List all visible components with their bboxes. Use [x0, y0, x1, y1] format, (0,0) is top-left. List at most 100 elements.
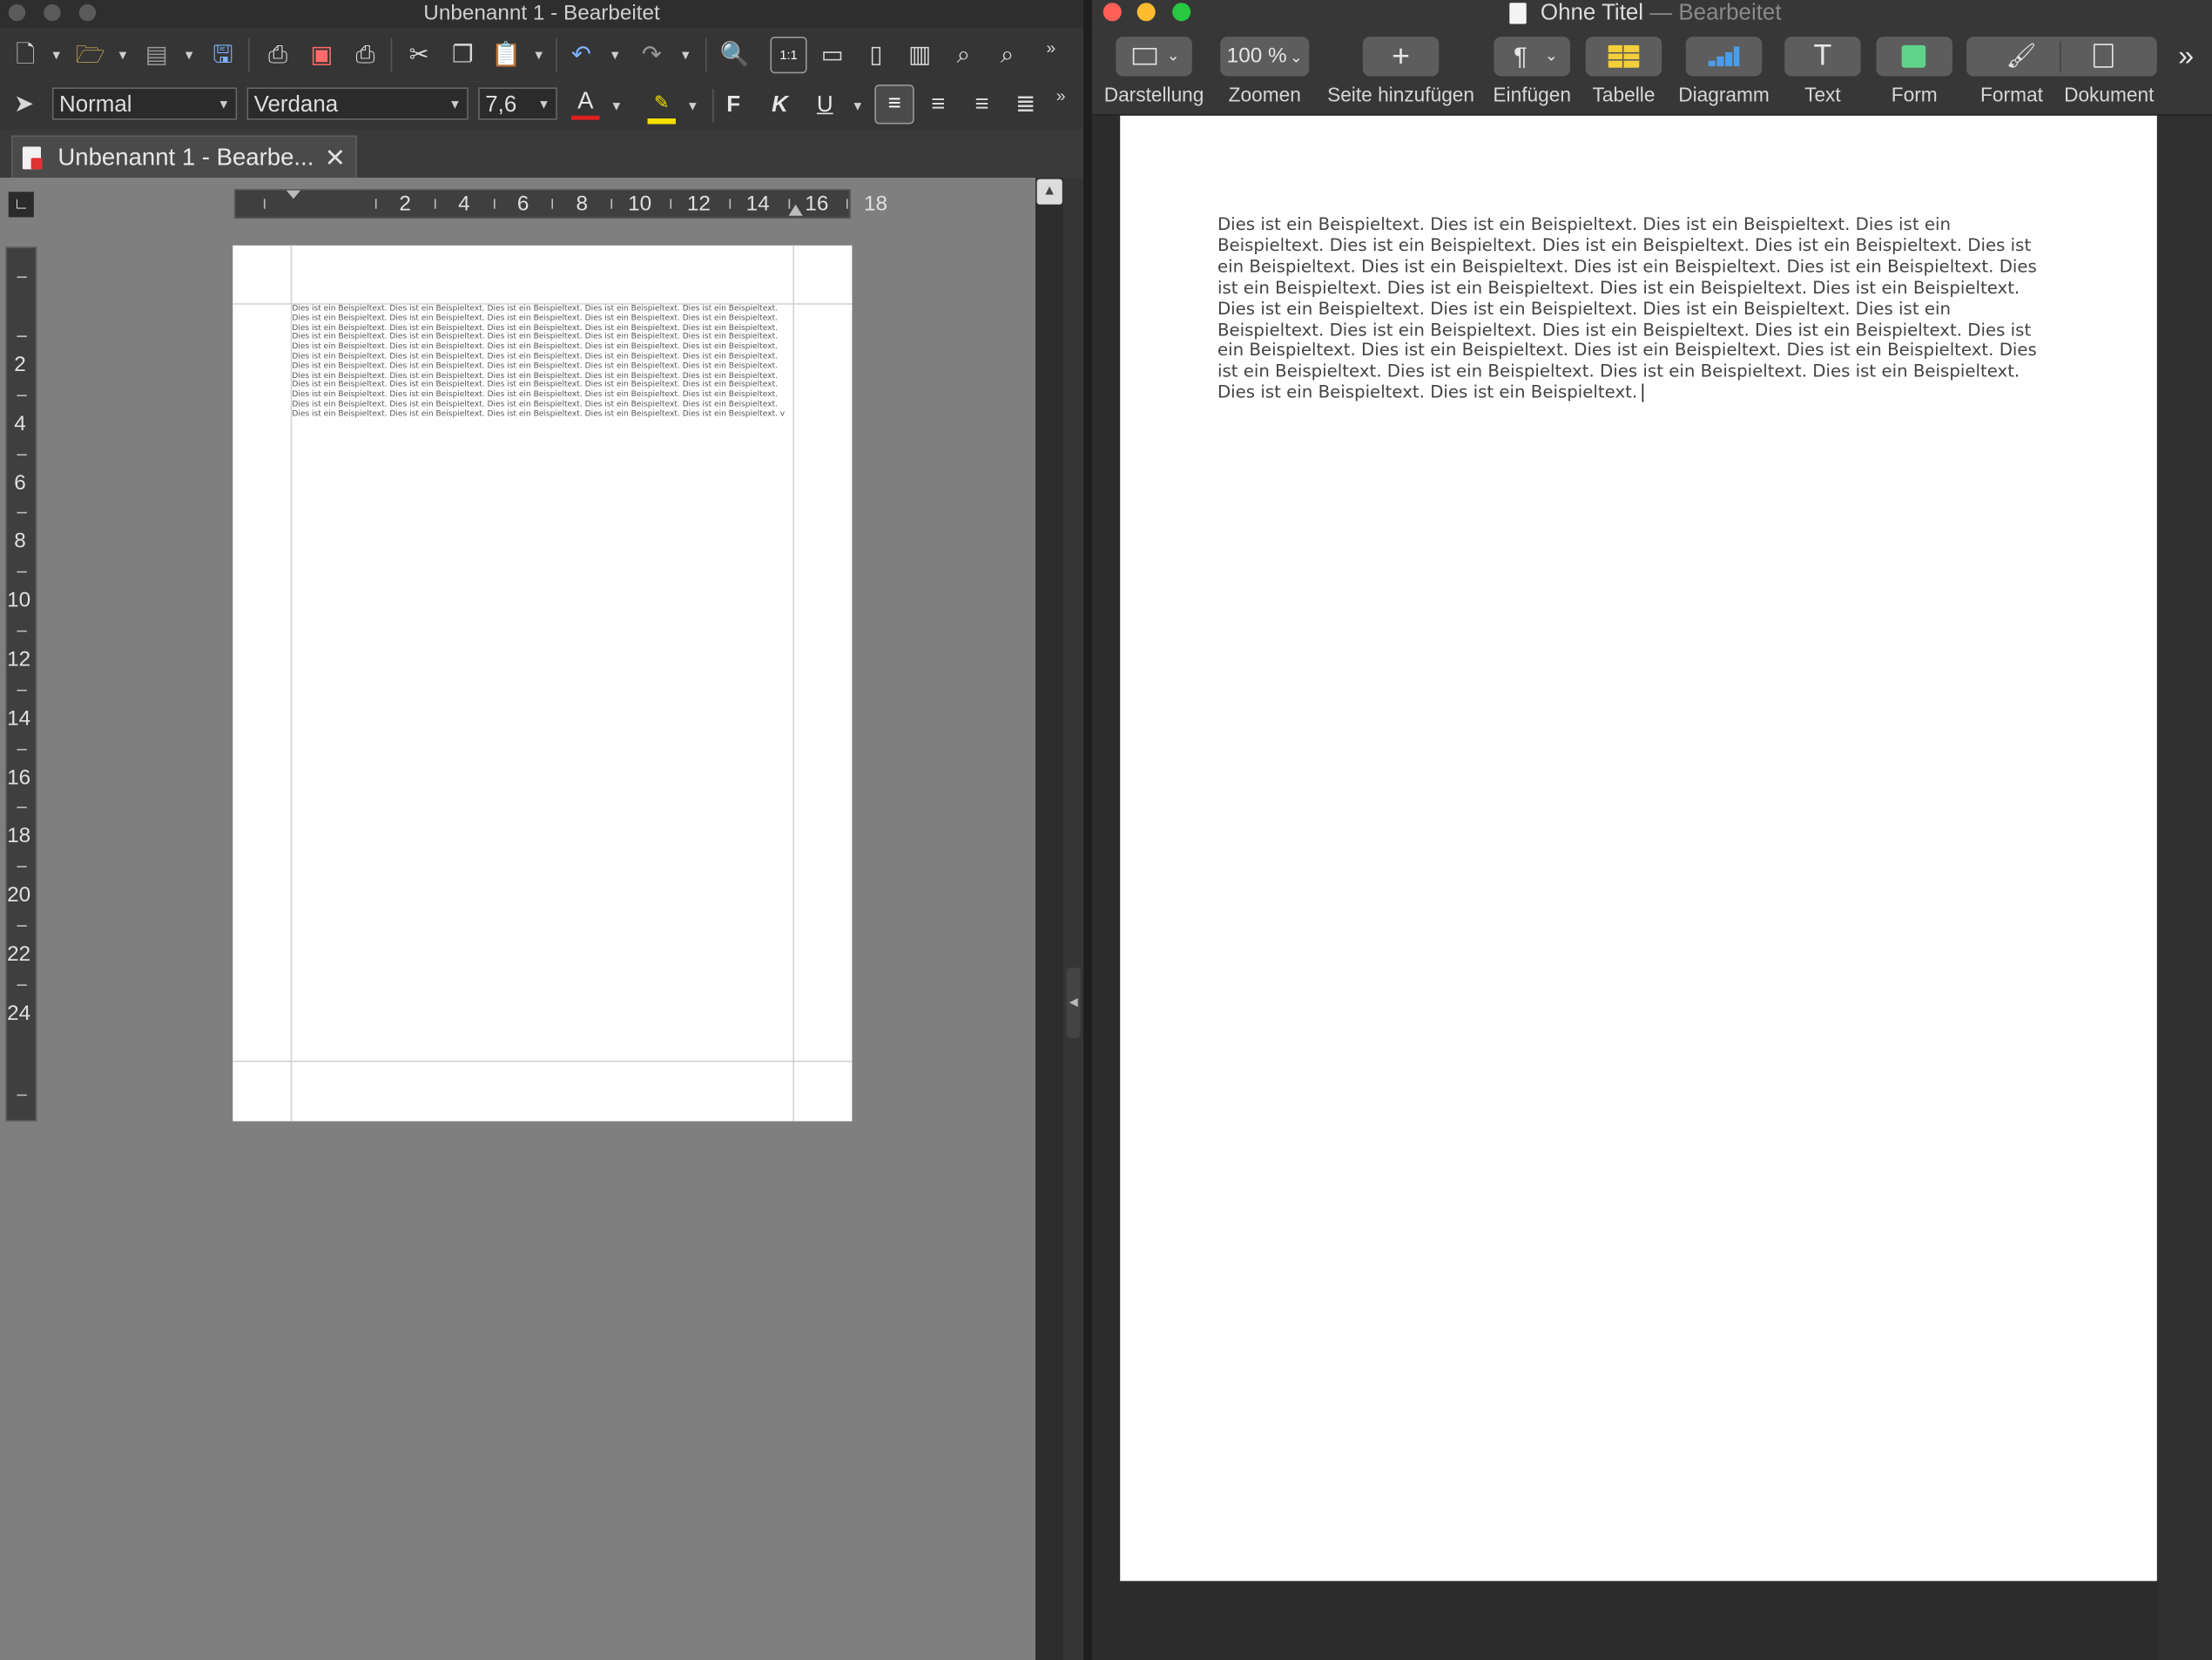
tab-stop-type-icon[interactable]: ∟ — [8, 192, 34, 218]
copy-icon[interactable]: ❐ — [448, 41, 479, 69]
format-toolbar-overflow-icon[interactable]: » — [1045, 82, 1076, 110]
format-label[interactable]: Format — [1955, 84, 2068, 106]
ruler-number: 14 — [7, 705, 31, 731]
zoom-out-icon[interactable]: ⌕ — [992, 41, 1023, 69]
ruler-number: 6 — [516, 192, 529, 216]
open-dropdown[interactable]: ▼ — [116, 41, 130, 69]
toolbar-overflow-icon[interactable]: » — [2178, 39, 2194, 73]
chart-button[interactable] — [1685, 37, 1763, 77]
close-window-icon[interactable] — [1103, 3, 1122, 22]
align-center-button[interactable]: ≡ — [922, 91, 954, 118]
align-left-button[interactable]: ≡ — [874, 84, 914, 125]
lo-standard-toolbar: 🗋 ▼ 🗁 ▼ ▤ ▼ 🖫 ⎙ ▣ ⎙ ✂ ❐ 📋 ▼ ↶ ▼ ↷ ▼ 🔍 1:… — [0, 28, 1084, 82]
font-name-combo[interactable]: Verdana ▼ — [246, 87, 469, 120]
highlight-dropdown[interactable]: ▼ — [685, 91, 699, 119]
lo-document-text[interactable]: Dies ist ein Beispieltext. Dies ist ein … — [292, 305, 788, 420]
format-brush-icon[interactable]: 🖌 — [2006, 37, 2036, 76]
redo-icon[interactable]: ↷ — [637, 41, 668, 69]
add-page-button[interactable]: + — [1362, 37, 1440, 77]
paragraph-style-combo[interactable]: Normal ▼ — [51, 87, 238, 120]
pages-toolbar: ⌄ Darstellung 100 % ⌄ Zoomen + Seite hinz… — [1091, 28, 2212, 116]
minimize-window-icon[interactable] — [1136, 3, 1156, 22]
text-cursor — [1642, 383, 1643, 402]
lo-minimize-button[interactable] — [44, 3, 61, 22]
text-button[interactable]: T — [1784, 37, 1861, 77]
ruler-tick — [610, 199, 613, 209]
ruler-tick — [846, 199, 849, 209]
ruler-tick — [552, 199, 554, 209]
lo-close-button[interactable] — [8, 3, 26, 22]
templates-icon[interactable]: ▤ — [141, 41, 172, 69]
find-replace-icon[interactable]: 🔍 — [719, 41, 751, 69]
open-folder-icon[interactable]: 🗁 — [75, 41, 106, 69]
italic-button[interactable]: K — [772, 91, 788, 119]
zoom-value: 100 % — [1226, 44, 1287, 68]
undo-icon[interactable]: ↶ — [566, 41, 597, 69]
view-button[interactable]: ⌄ — [1116, 37, 1192, 77]
font-color-icon[interactable]: A — [571, 87, 600, 120]
new-document-icon[interactable]: 🗋 — [10, 41, 41, 69]
sidebar-collapse-icon[interactable]: ◀ — [1066, 967, 1081, 1038]
pages-window-title: Ohne Titel — Bearbeitet — [1540, 1, 1782, 26]
redo-dropdown[interactable]: ▼ — [678, 41, 692, 69]
ruler-number: 18 — [7, 824, 31, 848]
ruler-number: 16 — [805, 192, 829, 216]
bold-button[interactable]: F — [726, 91, 740, 119]
ruler-number: 2 — [399, 192, 411, 216]
document-icon[interactable] — [2093, 44, 2114, 68]
vertical-ruler[interactable]: 2 4 6 8 10 12 14 16 18 20 22 24 — [5, 246, 37, 1122]
paste-dropdown[interactable]: ▼ — [532, 41, 546, 69]
zoom-window-icon[interactable] — [1172, 3, 1191, 22]
align-right-button[interactable]: ≡ — [967, 91, 998, 118]
shape-button[interactable] — [1876, 37, 1952, 77]
horizontal-ruler[interactable]: 2 4 6 8 10 12 14 16 18 — [233, 188, 887, 219]
lo-formatting-toolbar: ➤ Normal ▼ Verdana ▼ 7,6 ▼ A ▼ ✎ ▼ F K U… — [0, 81, 1084, 130]
new-document-dropdown[interactable]: ▼ — [50, 41, 64, 69]
multi-page-view-icon[interactable]: ▯ — [860, 41, 892, 69]
insert-button[interactable]: ¶ ⌄ — [1494, 37, 1570, 77]
paragraph-style-value: Normal — [59, 92, 132, 118]
font-color-dropdown[interactable]: ▼ — [610, 91, 624, 119]
export-pdf-icon[interactable]: ▣ — [307, 41, 338, 69]
templates-dropdown[interactable]: ▼ — [182, 41, 196, 69]
font-size-combo[interactable]: 7,6 ▼ — [478, 87, 557, 120]
document-label[interactable]: Dokument — [2053, 84, 2166, 106]
right-indent-marker-icon[interactable] — [788, 204, 803, 216]
pages-document-text[interactable]: Dies ist ein Beispieltext. Dies ist ein … — [1217, 214, 2058, 403]
selection-arrow-icon[interactable]: ➤ — [9, 91, 40, 118]
ruler-number: 12 — [686, 192, 711, 216]
toolbar-overflow-icon[interactable]: » — [1035, 34, 1067, 62]
table-button[interactable] — [1585, 37, 1662, 77]
zoom-in-icon[interactable]: ⌕ — [948, 41, 980, 69]
document-name: Ohne Titel — [1540, 1, 1644, 26]
zoom-select[interactable]: 100 % ⌄ — [1220, 37, 1310, 77]
scroll-up-icon[interactable]: ▲ — [1036, 179, 1062, 205]
save-icon[interactable]: 🖫 — [207, 41, 239, 69]
cut-icon[interactable]: ✂ — [403, 41, 435, 69]
table-icon — [1608, 44, 1640, 68]
indent-marker-icon[interactable] — [286, 190, 301, 230]
pages-window: Ohne Titel — Bearbeitet ⌄ Darstellung 10… — [1091, 0, 2212, 1660]
print-direct-icon[interactable]: ⎙ — [350, 41, 381, 69]
lo-maximize-button[interactable] — [78, 3, 97, 22]
undo-dropdown[interactable]: ▼ — [608, 41, 622, 69]
print-icon[interactable]: ⎙ — [262, 41, 293, 69]
justify-button[interactable]: ≣ — [1010, 91, 1042, 118]
zoom-100-icon[interactable]: 1:1 — [770, 37, 807, 74]
chevron-down-icon: ⌄ — [1289, 49, 1303, 67]
ruler-tick — [17, 512, 27, 515]
vertical-scrollbar[interactable]: ▲ — [1035, 178, 1064, 1660]
single-page-view-icon[interactable]: ▭ — [817, 41, 848, 69]
highlight-color-icon[interactable]: ✎ — [647, 91, 676, 125]
ruler-number: 2 — [14, 352, 26, 377]
chevron-down-icon: ▼ — [217, 97, 231, 111]
underline-dropdown[interactable]: ▼ — [851, 91, 865, 119]
underline-button[interactable]: U — [817, 91, 833, 119]
lo-document-tab[interactable]: Unbenannt 1 - Bearbe... ✕ — [10, 135, 357, 179]
pages-scroll-area[interactable] — [2158, 115, 2212, 1660]
pages-document-icon — [1509, 3, 1527, 24]
ruler-tick — [670, 199, 672, 209]
book-view-icon[interactable]: ▥ — [904, 41, 935, 69]
close-tab-icon[interactable]: ✕ — [325, 137, 346, 179]
paste-icon[interactable]: 📋 — [491, 41, 523, 69]
